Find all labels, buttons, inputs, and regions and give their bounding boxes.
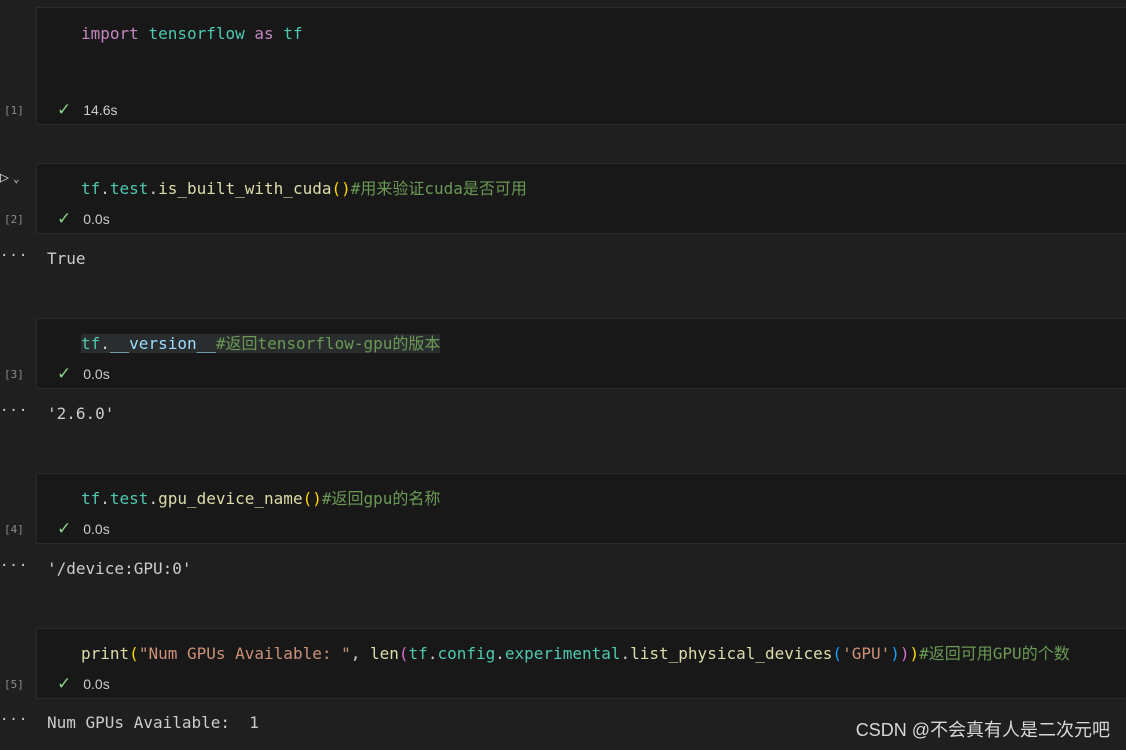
cell-1-execution-count: [1]	[4, 104, 24, 117]
code-token: import	[81, 24, 139, 43]
cell-2-status: ✓ 0.0s	[57, 209, 110, 228]
code-token: .	[100, 489, 110, 508]
ellipsis-icon[interactable]: ···	[0, 403, 28, 419]
cell-4-status: ✓ 0.0s	[57, 519, 110, 538]
play-icon[interactable]: ▷	[0, 168, 9, 186]
cell-5-status: ✓ 0.0s	[57, 674, 110, 693]
code-cell-4[interactable]: tf.test.gpu_device_name()#返回gpu的名称 ✓ 0.0…	[36, 473, 1126, 544]
code-token: .	[148, 179, 159, 198]
watermark: CSDN @不会真有人是二次元吧	[855, 720, 1110, 740]
code-token: __version__	[109, 334, 216, 353]
chevron-down-icon[interactable]: ⌄	[13, 172, 20, 185]
check-icon: ✓	[57, 674, 72, 693]
code-token: .	[148, 489, 159, 508]
code-token: tf	[408, 644, 428, 663]
code-token: ()	[331, 179, 351, 198]
ellipsis-icon[interactable]: ···	[0, 712, 28, 728]
code-token: as	[254, 24, 274, 43]
code-token: (	[129, 644, 139, 663]
code-cell-1[interactable]: import tensorflow as tf ✓ 14.6s	[36, 7, 1126, 125]
code-token: tf	[81, 179, 101, 198]
cell-1-time: 14.6s	[83, 102, 118, 118]
code-token: gpu_device_name	[158, 489, 303, 508]
code-token: ,	[350, 644, 370, 663]
code-token: list_physical_devices	[630, 644, 833, 663]
cell-1-code[interactable]: import tensorflow as tf	[81, 24, 303, 44]
code-token: #返回gpu的名称	[321, 489, 441, 508]
cell-5-code[interactable]: print("Num GPUs Available: ", len(tf.con…	[81, 644, 1070, 664]
cell-3-code[interactable]: tf.__version__#返回tensorflow-gpu的版本	[81, 334, 441, 354]
check-icon: ✓	[57, 364, 72, 383]
check-icon: ✓	[57, 209, 72, 228]
cell-3-execution-count: [3]	[4, 368, 24, 381]
cell-2-code[interactable]: tf.test.is_built_with_cuda()#用来验证cuda是否可…	[81, 179, 527, 199]
code-token: .	[495, 644, 505, 663]
cell-3-time: 0.0s	[83, 366, 110, 382]
code-cell-3[interactable]: tf.__version__#返回tensorflow-gpu的版本 ✓ 0.0…	[36, 318, 1126, 389]
code-token: experimental	[504, 644, 621, 663]
code-token: config	[437, 644, 496, 663]
code-cell-2[interactable]: tf.test.is_built_with_cuda()#用来验证cuda是否可…	[36, 163, 1126, 234]
ellipsis-icon[interactable]: ···	[0, 248, 28, 264]
code-token: #返回tensorflow-gpu的版本	[215, 334, 441, 353]
code-token: #返回可用GPU的个数	[919, 644, 1070, 663]
cell-3-status: ✓ 0.0s	[57, 364, 110, 383]
cell-4-execution-count: [4]	[4, 523, 24, 536]
cell-1-status: ✓ 14.6s	[57, 100, 118, 119]
code-token: (	[398, 644, 409, 663]
code-token: )	[899, 644, 910, 663]
code-token: 'GPU'	[842, 644, 891, 663]
code-token: print	[81, 644, 130, 663]
cell-2-output: True	[47, 249, 86, 268]
code-token: tf	[81, 334, 101, 353]
cell-5-execution-count: [5]	[4, 678, 24, 691]
code-cell-5[interactable]: print("Num GPUs Available: ", len(tf.con…	[36, 628, 1126, 699]
code-token: (	[832, 644, 843, 663]
code-token: )	[890, 644, 900, 663]
cell-2-execution-count: [2]	[4, 213, 24, 226]
cell-2-time: 0.0s	[83, 211, 110, 227]
run-controls[interactable]: ▷ ⌄	[0, 168, 20, 186]
code-token: is_built_with_cuda	[158, 179, 332, 198]
code-token: test	[109, 489, 149, 508]
check-icon: ✓	[57, 100, 72, 119]
code-token: tf	[283, 24, 303, 43]
code-token: .	[100, 179, 110, 198]
code-token: #用来验证cuda是否可用	[350, 179, 527, 198]
code-token: )	[909, 644, 920, 663]
code-token: tensorflow	[148, 24, 245, 43]
cell-5-output: Num GPUs Available: 1	[47, 713, 259, 732]
code-token: .	[427, 644, 438, 663]
cell-3-output: '2.6.0'	[47, 404, 115, 423]
code-token: tf	[81, 489, 101, 508]
cell-5-time: 0.0s	[83, 676, 110, 692]
code-token: test	[109, 179, 149, 198]
cell-4-output: '/device:GPU:0'	[47, 559, 192, 578]
cell-4-code[interactable]: tf.test.gpu_device_name()#返回gpu的名称	[81, 489, 440, 509]
code-token: .	[620, 644, 631, 663]
code-token: "Num GPUs Available: "	[138, 644, 351, 663]
code-token: .	[100, 334, 110, 353]
cell-4-time: 0.0s	[83, 521, 110, 537]
ellipsis-icon[interactable]: ···	[0, 558, 28, 574]
code-token: ()	[302, 489, 322, 508]
code-token: len	[370, 644, 399, 663]
check-icon: ✓	[57, 519, 72, 538]
